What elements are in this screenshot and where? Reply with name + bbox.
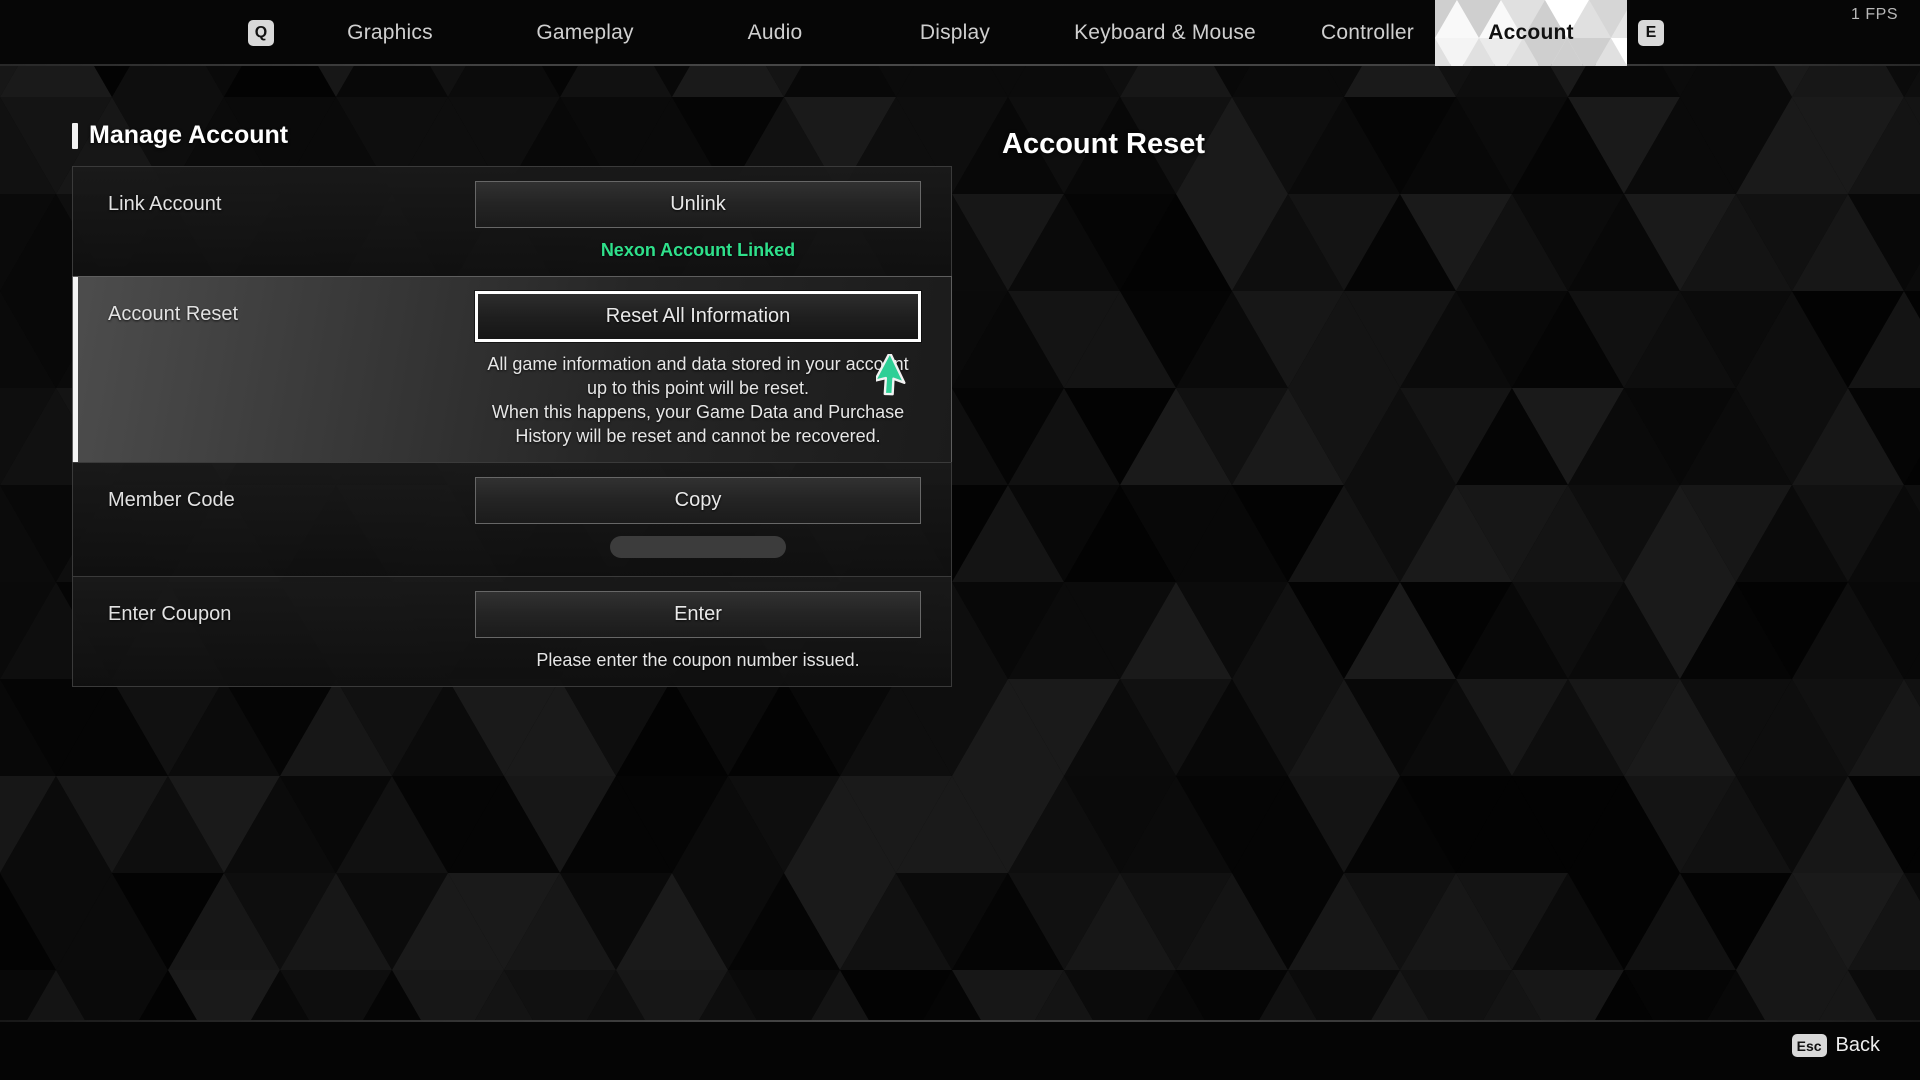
row-action-button[interactable]: Reset All Information <box>475 291 921 342</box>
back-label: Back <box>1835 1034 1880 1056</box>
next-tab-key-hint[interactable]: E <box>1638 20 1664 46</box>
tab-label: Graphics <box>347 21 433 44</box>
tab-label: Account <box>1488 21 1574 44</box>
tab-controller[interactable]: Controller <box>1285 0 1450 66</box>
row-action-button[interactable]: Unlink <box>475 181 921 228</box>
row-action-button-label: Unlink <box>670 193 726 215</box>
settings-row-label: Enter Coupon <box>108 603 232 625</box>
settings-row-label: Member Code <box>108 489 235 511</box>
settings-row[interactable]: Link Account Unlink Nexon Account Linked <box>72 166 952 276</box>
settings-row[interactable]: Member Code Copy <box>72 462 952 576</box>
settings-tab-bar: Graphics Gameplay Audio Display Keyboard & M… <box>0 0 1920 66</box>
tab-label: Gameplay <box>536 21 634 44</box>
settings-row[interactable]: Enter Coupon Enter Please enter the coupon… <box>72 576 952 687</box>
header-divider <box>0 64 1920 66</box>
tab-label: Keyboard & Mouse <box>1074 21 1256 44</box>
page-title-label: Manage Account <box>89 121 289 149</box>
member-code-redacted <box>610 536 786 558</box>
footer-divider <box>0 1020 1920 1022</box>
row-action-button-label: Enter <box>674 603 722 625</box>
row-hint-text: Nexon Account Linked <box>600 240 796 260</box>
tab-label: Audio <box>747 21 803 44</box>
key-esc-icon: Esc <box>1791 1034 1827 1057</box>
key-e-icon: E <box>1638 20 1664 46</box>
row-hint-text: All game information and data stored in … <box>487 354 909 446</box>
settings-row[interactable]: Account Reset Reset All Information All ga… <box>72 276 952 462</box>
tab-audio[interactable]: Audio <box>710 0 840 66</box>
settings-row-control: Copy <box>475 463 951 576</box>
prev-tab-key-hint[interactable]: Q <box>248 20 274 46</box>
page-title: Manage Account <box>72 121 288 150</box>
settings-row-list: Link Account Unlink Nexon Account Linked Ac… <box>72 166 952 687</box>
tab-gameplay[interactable]: Gameplay <box>505 0 665 66</box>
tab-keyboard-mouse[interactable]: Keyboard & Mouse <box>1040 0 1290 66</box>
settings-row-control: Enter Please enter the coupon number issu… <box>475 577 951 686</box>
settings-content: Manage Account Account Reset Link Accoun… <box>0 66 1920 1020</box>
row-action-button-label: Copy <box>674 489 722 511</box>
key-q-icon: Q <box>248 20 274 46</box>
tab-account[interactable]: Account <box>1435 0 1627 66</box>
settings-row-inner: Link Account Unlink Nexon Account Linked <box>73 167 951 276</box>
settings-row-control: Reset All Information All game informatio… <box>475 277 951 462</box>
row-hint-text: Please enter the coupon number issued. <box>536 650 860 670</box>
row-action-button-label: Reset All Information <box>605 305 791 327</box>
title-accent-bar <box>72 122 78 149</box>
fps-counter: 1 FPS <box>1851 6 1898 23</box>
settings-row-label: Account Reset <box>108 303 239 325</box>
tab-display[interactable]: Display <box>885 0 1025 66</box>
tab-graphics[interactable]: Graphics <box>315 0 465 66</box>
tab-label: Controller <box>1320 21 1415 44</box>
settings-row-inner: Enter Coupon Enter Please enter the coupon… <box>73 577 951 686</box>
row-action-button[interactable]: Enter <box>475 591 921 638</box>
detail-panel-title: Account Reset <box>1002 128 1206 160</box>
footer-bar: Esc Back <box>0 1020 1920 1080</box>
settings-row-label: Link Account <box>108 193 222 215</box>
back-button[interactable]: Esc Back <box>1791 1034 1880 1057</box>
settings-row-control: Unlink Nexon Account Linked <box>475 167 951 276</box>
row-action-button[interactable]: Copy <box>475 477 921 524</box>
settings-row-inner: Account Reset Reset All Information All ga… <box>73 277 951 462</box>
tab-label: Display <box>919 21 991 44</box>
settings-row-inner: Member Code Copy <box>73 463 951 576</box>
